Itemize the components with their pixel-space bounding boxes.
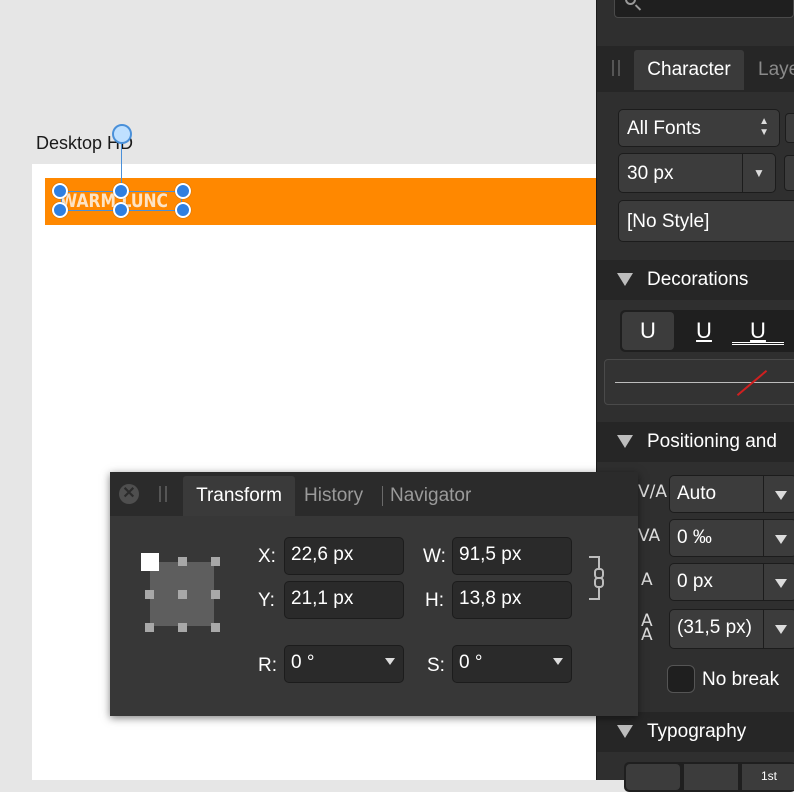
y-position-field[interactable]: 21,1 px bbox=[284, 581, 404, 619]
anchor-point-top-center[interactable] bbox=[178, 557, 187, 566]
y-value: 21,1 px bbox=[291, 588, 354, 609]
chevron-down-icon bbox=[763, 476, 794, 512]
font-weight-select[interactable] bbox=[784, 155, 794, 191]
leading-icon: AA bbox=[641, 611, 653, 645]
h-label: H: bbox=[425, 590, 444, 611]
anchor-point-bottom-center[interactable] bbox=[178, 623, 187, 632]
tab-transform[interactable]: Transform bbox=[183, 476, 295, 516]
tab-divider bbox=[382, 486, 383, 506]
resize-handle-top-right[interactable] bbox=[175, 183, 191, 199]
s-value: 0 ° bbox=[459, 652, 483, 673]
resize-handle-top-middle[interactable] bbox=[113, 183, 129, 199]
chevron-down-icon bbox=[763, 520, 794, 556]
updown-chevron-icon: ▲ ▼ bbox=[759, 116, 769, 138]
shear-field[interactable]: 0 ° bbox=[452, 645, 572, 683]
font-style-select[interactable] bbox=[785, 113, 794, 143]
section-typography[interactable]: Typography bbox=[597, 712, 794, 752]
w-value: 91,5 px bbox=[459, 544, 522, 565]
aspect-lock-icon[interactable] bbox=[586, 555, 604, 601]
anchor-point-middle-right[interactable] bbox=[211, 590, 220, 599]
ligature-button[interactable] bbox=[626, 764, 680, 790]
section-decorations[interactable]: Decorations bbox=[597, 260, 794, 300]
x-value: 22,6 px bbox=[291, 544, 354, 565]
font-size-select[interactable]: 30 px ▼ bbox=[618, 153, 776, 193]
tracking-select[interactable]: Auto bbox=[669, 475, 794, 513]
baseline-shift-icon: A bbox=[641, 570, 653, 590]
resize-handle-bottom-right[interactable] bbox=[175, 202, 191, 218]
anchor-point-center[interactable] bbox=[178, 590, 187, 599]
resize-handle-top-left[interactable] bbox=[52, 183, 68, 199]
chevron-down-icon[interactable] bbox=[385, 658, 395, 665]
anchor-point-middle-left[interactable] bbox=[145, 590, 154, 599]
text-style-select[interactable]: [No Style] bbox=[618, 200, 794, 242]
rotation-field[interactable]: 0 ° bbox=[284, 645, 404, 683]
section-positioning[interactable]: Positioning and bbox=[597, 422, 794, 462]
x-position-field[interactable]: 22,6 px bbox=[284, 537, 404, 575]
underline-button[interactable]: U bbox=[678, 312, 730, 350]
tab-layers[interactable]: Laye bbox=[758, 50, 794, 90]
anchor-point-top-left[interactable] bbox=[141, 553, 159, 571]
baseline-select[interactable]: 0 px bbox=[669, 563, 794, 601]
w-label: W: bbox=[423, 546, 446, 567]
r-label: R: bbox=[258, 655, 277, 676]
baseline-value: 0 px bbox=[677, 571, 713, 592]
line-preview bbox=[615, 382, 794, 383]
anchor-point-top-right[interactable] bbox=[211, 557, 220, 566]
tab-character[interactable]: Character bbox=[634, 50, 744, 90]
no-break-checkbox[interactable] bbox=[667, 665, 695, 693]
r-value: 0 ° bbox=[291, 652, 315, 673]
font-size-value: 30 px bbox=[627, 163, 674, 184]
h-value: 13,8 px bbox=[459, 588, 522, 609]
tracking-icon: V/A bbox=[638, 482, 667, 502]
y-label: Y: bbox=[258, 590, 275, 611]
double-underline-button[interactable]: U bbox=[732, 312, 784, 345]
no-underline-button[interactable]: U bbox=[622, 312, 674, 350]
height-field[interactable]: 13,8 px bbox=[452, 581, 572, 619]
kerning-select[interactable]: 0 ‰ bbox=[669, 519, 794, 557]
width-field[interactable]: 91,5 px bbox=[452, 537, 572, 575]
kerning-icon: VA bbox=[638, 526, 661, 546]
typography-button-group: 1st bbox=[624, 762, 794, 792]
collapse-triangle-icon bbox=[617, 435, 633, 448]
no-color-slash-icon bbox=[736, 370, 768, 396]
no-break-label: No break bbox=[702, 669, 780, 690]
text-style-value: [No Style] bbox=[627, 211, 710, 232]
kerning-value: 0 ‰ bbox=[677, 527, 712, 548]
x-label: X: bbox=[258, 546, 276, 567]
anchor-point-bottom-left[interactable] bbox=[145, 623, 154, 632]
tab-navigator[interactable]: Navigator bbox=[390, 476, 471, 516]
chevron-down-icon bbox=[763, 610, 794, 648]
leading-select[interactable]: (31,5 px) bbox=[669, 609, 794, 649]
rotation-handle[interactable] bbox=[112, 124, 132, 144]
chevron-down-icon: ▼ bbox=[742, 154, 775, 192]
tab-history[interactable]: History bbox=[304, 476, 363, 516]
ordinal-button[interactable]: 1st bbox=[742, 764, 794, 790]
tracking-value: Auto bbox=[677, 483, 717, 504]
resize-handle-bottom-left[interactable] bbox=[52, 202, 68, 218]
section-decorations-label: Decorations bbox=[647, 269, 749, 290]
section-positioning-label: Positioning and bbox=[647, 431, 777, 452]
s-label: S: bbox=[427, 655, 445, 676]
chevron-down-icon[interactable] bbox=[553, 658, 563, 665]
panel-grip-icon[interactable] bbox=[159, 486, 167, 502]
panel-grip-icon[interactable] bbox=[612, 60, 620, 76]
decoration-style-preview[interactable] bbox=[604, 359, 794, 405]
swash-button[interactable] bbox=[684, 764, 738, 790]
leading-value: (31,5 px) bbox=[677, 617, 752, 638]
font-family-select[interactable]: All Fonts ▲ ▼ bbox=[618, 109, 780, 147]
chevron-down-icon bbox=[763, 564, 794, 600]
section-typography-label: Typography bbox=[647, 721, 747, 742]
resize-handle-bottom-middle[interactable] bbox=[113, 202, 129, 218]
underline-button-group: U U U bbox=[620, 310, 794, 352]
collapse-triangle-icon bbox=[617, 273, 633, 286]
close-icon[interactable]: ✕ bbox=[119, 484, 139, 504]
anchor-point-bottom-right[interactable] bbox=[211, 623, 220, 632]
font-family-value: All Fonts bbox=[627, 118, 701, 139]
collapse-triangle-icon bbox=[617, 725, 633, 738]
